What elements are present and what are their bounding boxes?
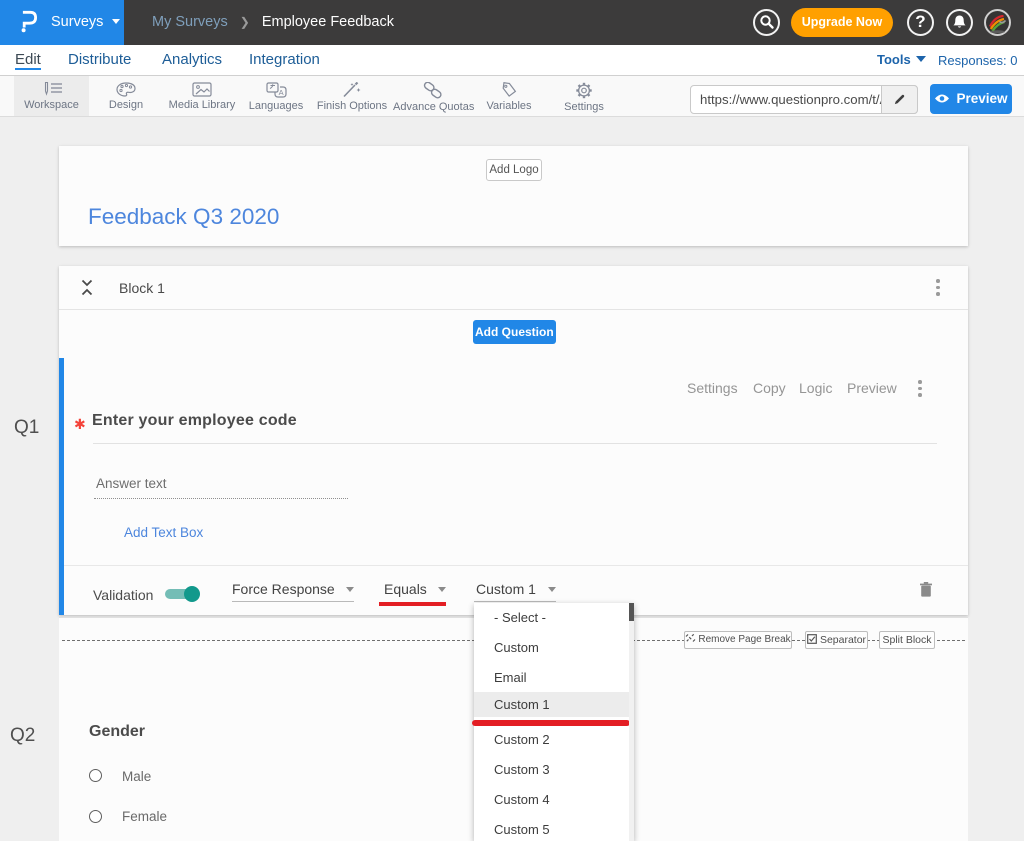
svg-text:A: A xyxy=(278,88,283,97)
